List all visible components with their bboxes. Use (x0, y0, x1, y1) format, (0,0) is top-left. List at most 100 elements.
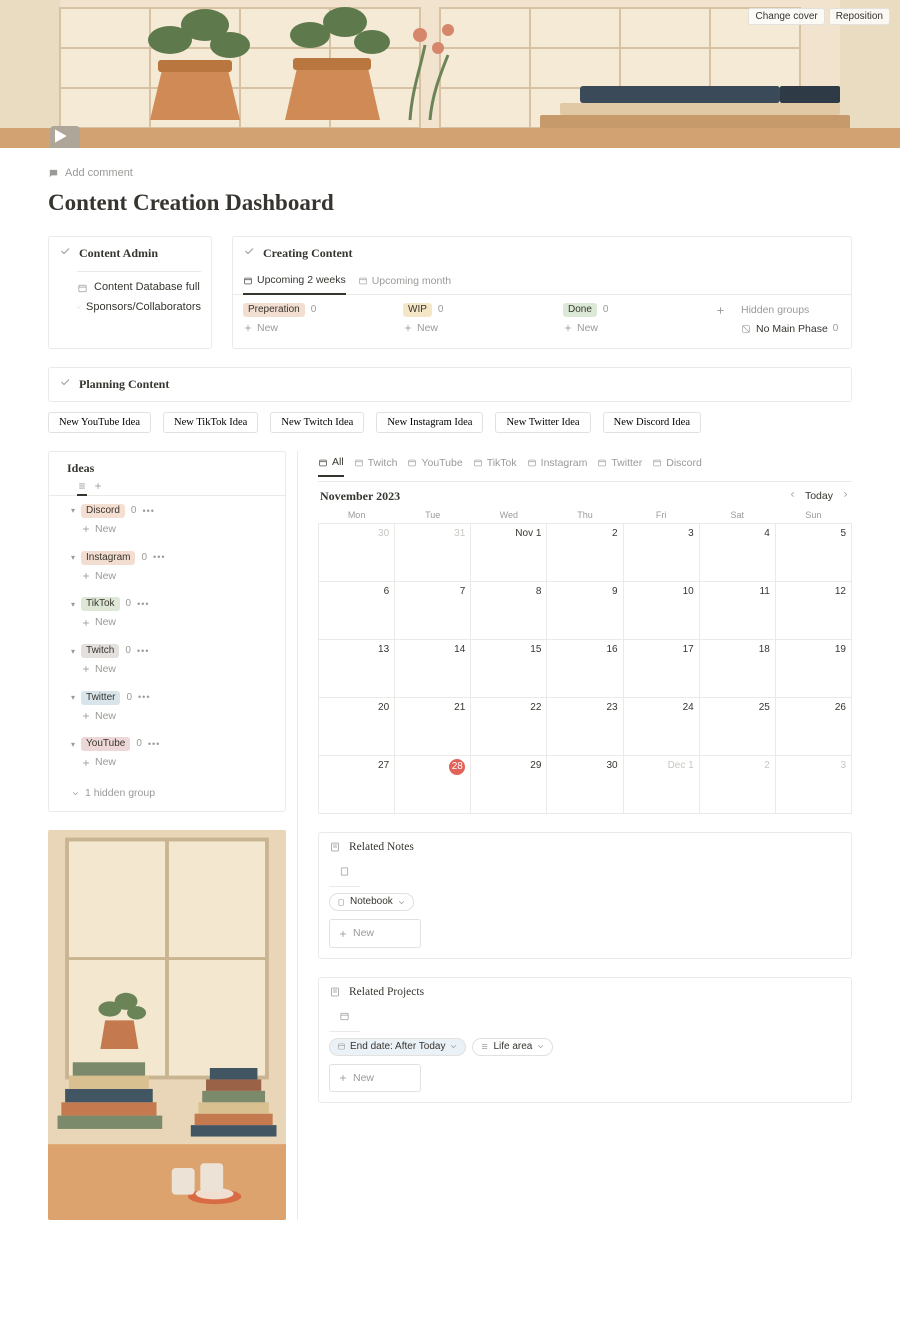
toggle-icon[interactable] (59, 376, 71, 393)
new-idea-button[interactable]: New TikTok Idea (163, 412, 258, 433)
calendar-cell[interactable]: 26 (775, 698, 851, 756)
calendar-cell[interactable]: 12 (775, 582, 851, 640)
more-icon[interactable]: ••• (148, 738, 160, 751)
board-new-button[interactable]: New (243, 321, 363, 336)
calendar-cell[interactable]: Nov 1 (471, 524, 547, 582)
calendar-cell[interactable]: 28 (395, 756, 471, 814)
admin-link-database[interactable]: Content Database full (77, 278, 201, 297)
more-icon[interactable]: ••• (153, 551, 165, 564)
calendar-prev-button[interactable] (788, 489, 797, 504)
related-notes-view-icon[interactable] (339, 866, 350, 880)
idea-group-new[interactable]: New (71, 662, 275, 677)
board-column-tag[interactable]: Preperation (243, 303, 305, 317)
calendar-next-button[interactable] (841, 489, 850, 504)
change-cover-button[interactable]: Change cover (748, 8, 824, 25)
idea-group-header[interactable]: ▾Discord0••• (71, 504, 275, 518)
idea-group-header[interactable]: ▾Twitter0••• (71, 691, 275, 705)
related-projects-lifearea-chip[interactable]: Life area (472, 1038, 553, 1056)
toggle-icon[interactable] (59, 245, 71, 262)
calendar-cell[interactable]: 9 (547, 582, 623, 640)
calendar-cell[interactable]: 3 (623, 524, 699, 582)
calendar-cell[interactable]: 29 (471, 756, 547, 814)
ideas-view-list-icon[interactable] (77, 481, 87, 496)
calendar-tab[interactable]: All (318, 451, 344, 477)
creating-tab[interactable]: Upcoming 2 weeks (243, 269, 346, 295)
calendar-today-button[interactable]: Today (805, 489, 833, 504)
calendar-cell[interactable]: 24 (623, 698, 699, 756)
no-main-phase-group[interactable]: No Main Phase 0 (741, 322, 841, 337)
toggle-icon[interactable] (243, 245, 255, 262)
idea-group-header[interactable]: ▾TikTok0••• (71, 597, 275, 611)
creating-tab[interactable]: Upcoming month (358, 269, 451, 294)
calendar-cell[interactable]: 23 (547, 698, 623, 756)
idea-group-header[interactable]: ▾Instagram0••• (71, 551, 275, 565)
calendar-cell[interactable]: 18 (699, 640, 775, 698)
more-icon[interactable]: ••• (137, 645, 149, 658)
calendar-tab[interactable]: Twitter (597, 451, 642, 476)
calendar-cell[interactable]: 30 (319, 524, 395, 582)
idea-group-header[interactable]: ▾Twitch0••• (71, 644, 275, 658)
calendar-cell[interactable]: Dec 1 (623, 756, 699, 814)
calendar-cell[interactable]: 17 (623, 640, 699, 698)
board-new-button[interactable]: New (403, 321, 523, 336)
add-icon[interactable] (161, 506, 171, 516)
idea-group-new[interactable]: New (71, 569, 275, 584)
calendar-cell[interactable]: 21 (395, 698, 471, 756)
calendar-cell[interactable]: 15 (471, 640, 547, 698)
calendar-cell[interactable]: 14 (395, 640, 471, 698)
calendar-tab[interactable]: Discord (652, 451, 702, 476)
related-notes-filter-chip[interactable]: Notebook (329, 893, 414, 911)
board-new-button[interactable]: New (563, 321, 683, 336)
calendar-cell[interactable]: 25 (699, 698, 775, 756)
new-idea-button[interactable]: New Discord Idea (603, 412, 701, 433)
ideas-hidden-group[interactable]: 1 hidden group (49, 782, 285, 811)
idea-group-new[interactable]: New (71, 709, 275, 724)
calendar-cell[interactable]: 3 (775, 756, 851, 814)
admin-link-sponsors[interactable]: Sponsors/Collaborators (77, 298, 201, 317)
idea-group-header[interactable]: ▾YouTube0••• (71, 737, 275, 751)
add-icon[interactable] (156, 693, 166, 703)
board-column-tag[interactable]: Done (563, 303, 597, 317)
calendar-tab[interactable]: TikTok (473, 451, 517, 476)
idea-group-new[interactable]: New (71, 615, 275, 630)
calendar-cell[interactable]: 4 (699, 524, 775, 582)
calendar-cell[interactable]: 7 (395, 582, 471, 640)
related-notes-new-button[interactable]: New (329, 919, 421, 948)
calendar-cell[interactable]: 22 (471, 698, 547, 756)
calendar-cell[interactable]: 31 (395, 524, 471, 582)
add-icon[interactable] (156, 599, 166, 609)
calendar-cell[interactable]: 2 (699, 756, 775, 814)
add-icon[interactable] (155, 646, 165, 656)
board-column-tag[interactable]: WIP (403, 303, 432, 317)
related-projects-new-button[interactable]: New (329, 1064, 421, 1093)
calendar-cell[interactable]: 20 (319, 698, 395, 756)
calendar-cell[interactable]: 8 (471, 582, 547, 640)
more-icon[interactable]: ••• (137, 598, 149, 611)
calendar-cell[interactable]: 27 (319, 756, 395, 814)
add-column-button[interactable] (713, 303, 727, 336)
reposition-cover-button[interactable]: Reposition (829, 8, 890, 25)
calendar-cell[interactable]: 30 (547, 756, 623, 814)
related-projects-date-chip[interactable]: End date: After Today (329, 1038, 466, 1056)
new-idea-button[interactable]: New Twitter Idea (495, 412, 590, 433)
ideas-add-view-icon[interactable] (93, 481, 103, 491)
calendar-cell[interactable]: 16 (547, 640, 623, 698)
calendar-tab[interactable]: YouTube (407, 451, 462, 476)
more-icon[interactable]: ••• (138, 691, 150, 704)
calendar-cell[interactable]: 10 (623, 582, 699, 640)
calendar-cell[interactable]: 2 (547, 524, 623, 582)
add-icon[interactable] (172, 553, 182, 563)
calendar-cell[interactable]: 5 (775, 524, 851, 582)
page-icon[interactable] (50, 126, 80, 148)
calendar-cell[interactable]: 19 (775, 640, 851, 698)
new-idea-button[interactable]: New Twitch Idea (270, 412, 364, 433)
more-icon[interactable]: ••• (142, 505, 154, 518)
calendar-cell[interactable]: 11 (699, 582, 775, 640)
idea-group-new[interactable]: New (71, 522, 275, 537)
add-icon[interactable] (166, 739, 176, 749)
idea-group-new[interactable]: New (71, 755, 275, 770)
new-idea-button[interactable]: New Instagram Idea (376, 412, 483, 433)
calendar-cell[interactable]: 6 (319, 582, 395, 640)
add-comment-button[interactable]: Add comment (48, 166, 852, 181)
calendar-tab[interactable]: Twitch (354, 451, 398, 476)
